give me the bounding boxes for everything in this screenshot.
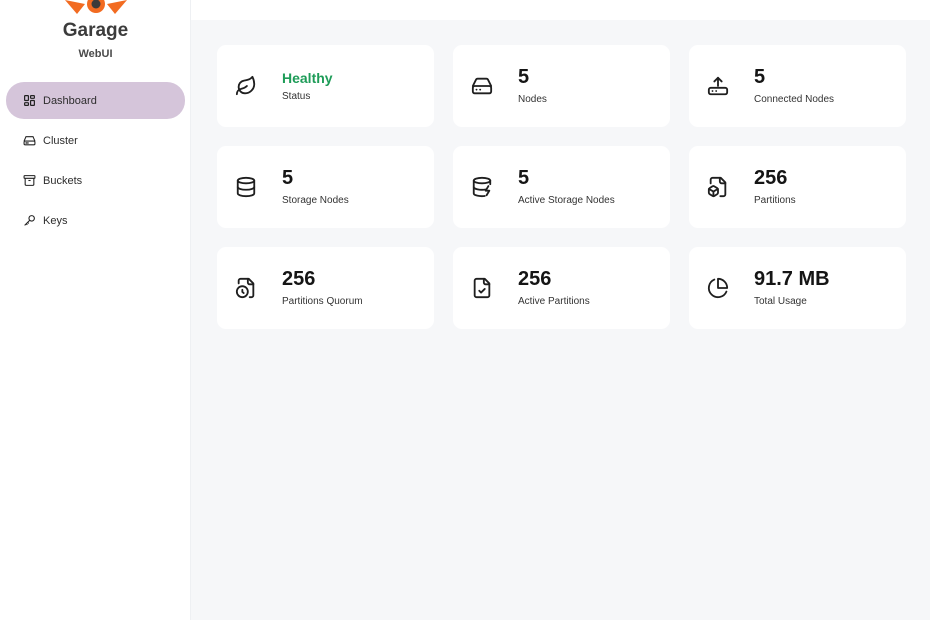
- sidebar: Garage WebUI Dashboard Cluster Buckets K…: [0, 0, 191, 620]
- stat-value: 5: [518, 66, 530, 88]
- file-check-icon: [471, 277, 493, 299]
- sidebar-nav: Dashboard Cluster Buckets Keys: [0, 82, 191, 242]
- sidebar-item-label: Dashboard: [43, 94, 97, 107]
- stat-card-storage-nodes: 5 Storage Nodes: [217, 146, 434, 228]
- stat-label: Storage Nodes: [282, 195, 349, 206]
- stat-card-connected-nodes: 5 Connected Nodes: [689, 45, 906, 127]
- stat-label: Status: [282, 91, 311, 102]
- top-bar: [191, 0, 930, 20]
- stat-value: 256: [754, 167, 788, 189]
- stats-grid: Healthy Status 5 Nodes 5 Connected Nodes…: [217, 45, 906, 329]
- sidebar-item-label: Cluster: [43, 134, 78, 147]
- stat-label: Active Storage Nodes: [518, 195, 615, 206]
- stat-card-active-storage-nodes: 5 Active Storage Nodes: [453, 146, 670, 228]
- sidebar-item-keys[interactable]: Keys: [6, 202, 185, 239]
- dashboard-main: Healthy Status 5 Nodes 5 Connected Nodes…: [191, 20, 930, 620]
- key-icon: [23, 214, 36, 227]
- stat-label: Connected Nodes: [754, 94, 835, 105]
- garage-logo: Garage WebUI: [0, 0, 191, 70]
- hard-drive-icon: [471, 75, 493, 97]
- sidebar-item-label: Buckets: [43, 174, 83, 187]
- stat-card-partitions-quorum: 256 Partitions Quorum: [217, 247, 434, 329]
- database-zap-icon: [471, 176, 493, 198]
- brand-title: Garage: [62, 20, 129, 41]
- garage-logo-icon: [65, 0, 127, 14]
- stat-value: 91.7 MB: [754, 268, 830, 290]
- pie-chart-icon: [707, 277, 729, 299]
- stat-label: Nodes: [518, 94, 547, 105]
- sidebar-item-label: Keys: [43, 214, 68, 227]
- sidebar-item-cluster[interactable]: Cluster: [6, 122, 185, 159]
- file-box-icon: [707, 176, 729, 198]
- database-icon: [235, 176, 257, 198]
- stat-label: Partitions Quorum: [282, 296, 363, 307]
- stat-label: Total Usage: [754, 296, 807, 307]
- stat-card-total-usage: 91.7 MB Total Usage: [689, 247, 906, 329]
- hard-drive-icon: [23, 134, 36, 147]
- stat-label: Active Partitions: [518, 296, 590, 307]
- stat-label: Partitions: [754, 195, 796, 206]
- stat-value: 5: [754, 66, 766, 88]
- leaf-icon: [235, 75, 257, 97]
- brand-subtitle: WebUI: [78, 48, 113, 60]
- stat-card-status: Healthy Status: [217, 45, 434, 127]
- dashboard-icon: [23, 94, 36, 107]
- file-clock-icon: [235, 277, 257, 299]
- stat-value: 256: [282, 268, 316, 290]
- stat-card-active-partitions: 256 Active Partitions: [453, 247, 670, 329]
- stat-card-nodes: 5 Nodes: [453, 45, 670, 127]
- stat-value: 5: [518, 167, 530, 189]
- status-value: Healthy: [282, 70, 333, 86]
- stat-card-partitions: 256 Partitions: [689, 146, 906, 228]
- sidebar-item-dashboard[interactable]: Dashboard: [6, 82, 185, 119]
- sidebar-item-buckets[interactable]: Buckets: [6, 162, 185, 199]
- stat-value: 256: [518, 268, 552, 290]
- archive-icon: [23, 174, 36, 187]
- stat-value: 5: [282, 167, 294, 189]
- upload-drive-icon: [707, 75, 729, 97]
